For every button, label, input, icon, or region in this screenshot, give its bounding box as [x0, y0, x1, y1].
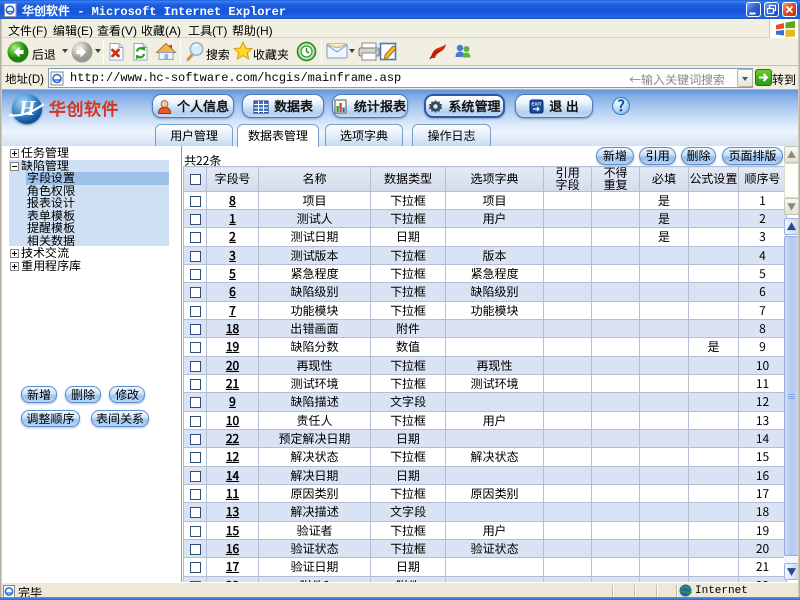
- svg-text:EXIT: EXIT: [532, 102, 542, 108]
